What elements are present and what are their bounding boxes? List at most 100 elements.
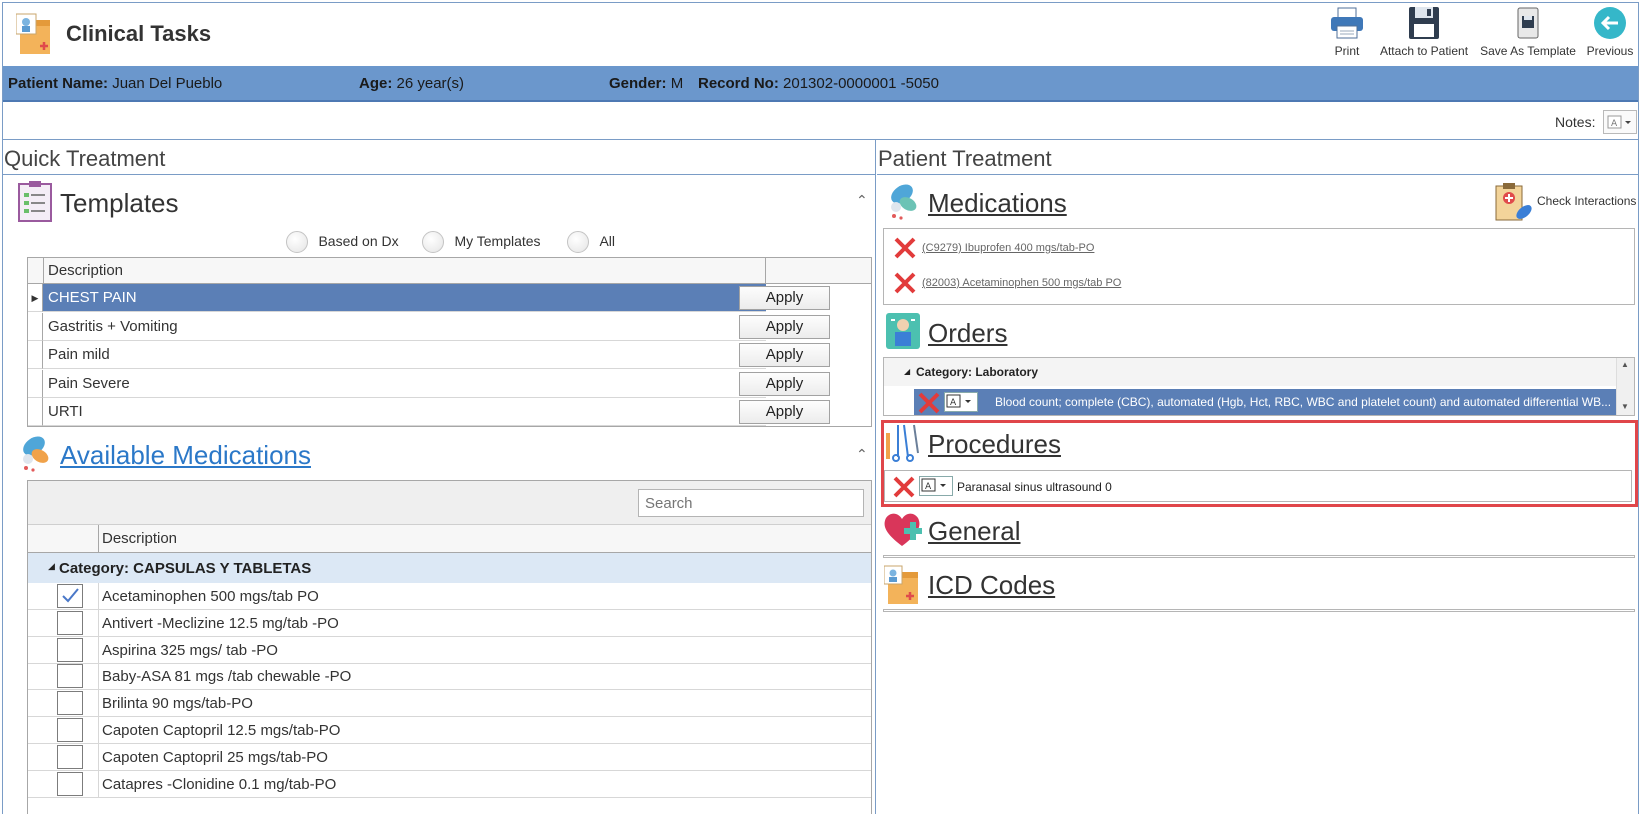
note-icon: A: [921, 478, 946, 492]
radio-button[interactable]: [422, 231, 444, 253]
category-label: Category: CAPSULAS Y TABLETAS: [59, 560, 312, 577]
patient-medication-link[interactable]: (82003) Acetaminophen 500 mgs/tab PO: [922, 277, 1121, 289]
orders-title[interactable]: Orders: [928, 318, 1007, 349]
orders-list: ◢ Category: Laboratory A Blood count; co…: [883, 357, 1635, 416]
svg-text:A: A: [950, 398, 957, 408]
remove-x-icon[interactable]: [892, 235, 918, 261]
template-row[interactable]: Pain mild: [43, 341, 766, 369]
medication-row[interactable]: Catapres -Clonidine 0.1 mg/tab-PO: [28, 770, 871, 798]
category-row[interactable]: ◢ Category: CAPSULAS Y TABLETAS: [28, 553, 871, 583]
medication-checkbox[interactable]: [57, 637, 83, 662]
column-header-description: Description: [102, 530, 178, 547]
notes-dropdown[interactable]: A: [1603, 110, 1637, 134]
medication-checkbox[interactable]: [57, 718, 83, 742]
panel-divider: [875, 140, 876, 814]
column-separator: [98, 743, 99, 771]
patient-gender: M: [670, 75, 684, 92]
remove-x-icon[interactable]: [891, 474, 917, 500]
template-row[interactable]: Gastritis + Vomiting: [43, 313, 766, 341]
save-as-template-label: Save As Template: [1480, 44, 1576, 58]
medication-row[interactable]: Antivert -Meclizine 12.5 mg/tab -PO: [28, 609, 871, 637]
filter-based-on-dx[interactable]: Based on Dx: [286, 231, 399, 253]
apply-button[interactable]: Apply: [739, 314, 830, 339]
medication-row[interactable]: Acetaminophen 500 mgs/tab PO: [28, 583, 871, 610]
save-as-template-button[interactable]: Save As Template: [1480, 6, 1576, 66]
printer-icon: [1331, 7, 1363, 39]
medications-title[interactable]: Medications: [928, 188, 1067, 219]
record-label: Record No:: [698, 75, 779, 92]
templates-collapse-icon[interactable]: ⌃: [856, 192, 868, 209]
apply-button[interactable]: Apply: [739, 286, 830, 310]
filter-my-templates[interactable]: My Templates: [422, 231, 541, 253]
medication-row[interactable]: Aspirina 325 mgs/ tab -PO: [28, 636, 871, 664]
radio-button[interactable]: [567, 231, 589, 253]
orders-scrollbar[interactable]: ▲ ▼: [1616, 358, 1634, 415]
order-label: Blood count; complete (CBC), automated (…: [995, 395, 1612, 409]
medication-row[interactable]: Baby-ASA 81 mgs /tab chewable -PO: [28, 663, 871, 691]
remove-x-icon[interactable]: [916, 390, 942, 416]
clipboard-list-icon: [18, 180, 52, 227]
icd-codes-title[interactable]: ICD Codes: [928, 570, 1055, 601]
row-indicator[interactable]: [28, 369, 43, 398]
medication-checkbox[interactable]: [57, 610, 83, 635]
medication-row[interactable]: Brilinta 90 mgs/tab-PO: [28, 690, 871, 718]
patient-medication-row[interactable]: (82003) Acetaminophen 500 mgs/tab PO: [884, 268, 1634, 298]
divider: [3, 139, 1638, 140]
template-description: CHEST PAIN: [48, 289, 137, 306]
search-input[interactable]: [638, 489, 864, 517]
row-indicator[interactable]: ▶: [28, 284, 43, 312]
templates-grid-header: Description: [28, 258, 871, 284]
apply-button[interactable]: Apply: [739, 400, 830, 424]
remove-x-icon[interactable]: [892, 270, 918, 296]
print-button[interactable]: Print: [1322, 6, 1372, 66]
order-row[interactable]: A Blood count; complete (CBC), automated…: [914, 389, 1616, 415]
template-row[interactable]: URTI: [43, 398, 766, 426]
note-icon: A: [1607, 115, 1631, 129]
procedure-row[interactable]: A Paranasal sinus ultrasound 0: [885, 473, 1631, 501]
patient-treatment-title: Patient Treatment: [878, 146, 1052, 171]
medications-collapse-icon[interactable]: ⌃: [856, 446, 868, 463]
procedures-title[interactable]: Procedures: [928, 429, 1061, 460]
available-medications-link[interactable]: Available Medications: [60, 440, 311, 471]
template-row[interactable]: CHEST PAIN: [43, 284, 766, 312]
scroll-up-icon[interactable]: ▲: [1621, 360, 1629, 369]
patient-age: 26 year(s): [396, 75, 465, 92]
medication-label: Antivert -Meclizine 12.5 mg/tab -PO: [102, 614, 339, 632]
medications-list: (C9279) Ibuprofen 400 mgs/tab-PO (82003) …: [883, 228, 1635, 305]
template-description: Gastritis + Vomiting: [48, 317, 178, 335]
category-row[interactable]: ◢ Category: Laboratory: [884, 358, 1616, 386]
medication-row[interactable]: Capoten Captopril 25 mgs/tab-PO: [28, 743, 871, 771]
expand-triangle-icon[interactable]: ◢: [904, 367, 910, 376]
row-indicator[interactable]: [28, 341, 43, 369]
column-header-description: Description: [48, 262, 124, 279]
note-dropdown[interactable]: A: [944, 392, 978, 412]
note-dropdown[interactable]: A: [919, 476, 953, 496]
expand-triangle-icon[interactable]: ◢: [48, 561, 55, 572]
template-save-icon: [1517, 7, 1539, 39]
medication-checkbox[interactable]: [57, 771, 83, 796]
apply-button[interactable]: Apply: [739, 371, 830, 396]
attach-to-patient-button[interactable]: Attach to Patient: [1376, 6, 1472, 66]
medication-label: Catapres -Clonidine 0.1 mg/tab-PO: [102, 775, 337, 793]
template-row[interactable]: Pain Severe: [43, 370, 766, 398]
filter-all[interactable]: All: [567, 231, 615, 253]
medication-label: Baby-ASA 81 mgs /tab chewable -PO: [102, 668, 352, 686]
medication-label: Acetaminophen 500 mgs/tab PO: [102, 588, 319, 605]
scroll-down-icon[interactable]: ▼: [1621, 402, 1629, 411]
row-indicator[interactable]: [28, 398, 43, 426]
general-title[interactable]: General: [928, 516, 1021, 547]
check-interactions-button[interactable]: Check Interactions: [1494, 182, 1636, 222]
medication-row[interactable]: Capoten Captopril 12.5 mgs/tab-PO: [28, 717, 871, 744]
patient-medication-link[interactable]: (C9279) Ibuprofen 400 mgs/tab-PO: [922, 242, 1094, 254]
previous-button[interactable]: Previous: [1582, 6, 1638, 66]
row-indicator[interactable]: [28, 312, 43, 341]
apply-button[interactable]: Apply: [739, 343, 830, 367]
patient-medication-row[interactable]: (C9279) Ibuprofen 400 mgs/tab-PO: [884, 233, 1634, 263]
radio-button[interactable]: [286, 231, 308, 253]
medication-checkbox[interactable]: [57, 691, 83, 716]
icd-codes-list: [883, 609, 1635, 612]
medication-checkbox[interactable]: [57, 584, 83, 608]
medication-checkbox[interactable]: [57, 744, 83, 769]
medications-grid-header: Description: [28, 525, 871, 553]
medication-checkbox[interactable]: [57, 664, 83, 689]
